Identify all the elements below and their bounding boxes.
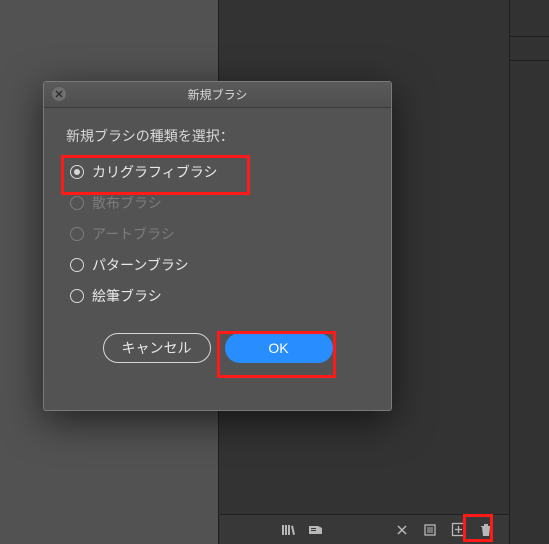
radio-label: 散布ブラシ xyxy=(92,193,162,213)
cancel-button[interactable]: キャンセル xyxy=(103,333,211,363)
radio-label: パターンブラシ xyxy=(92,255,189,275)
radio-icon xyxy=(70,258,84,272)
radio-label: カリグラフィブラシ xyxy=(92,162,217,182)
radio-option-scatter: 散布ブラシ xyxy=(66,187,369,218)
radio-icon xyxy=(70,196,84,210)
radio-option-pattern[interactable]: パターンブラシ xyxy=(66,249,369,280)
radio-label: 絵筆ブラシ xyxy=(92,286,162,306)
ok-button-label: OK xyxy=(268,340,288,356)
annotation-highlight xyxy=(463,514,493,542)
remove-stroke-icon[interactable] xyxy=(389,517,415,543)
close-button[interactable] xyxy=(52,87,66,101)
radio-icon xyxy=(70,289,84,303)
stroke-options-icon[interactable] xyxy=(417,517,443,543)
radio-label: アートブラシ xyxy=(92,224,175,244)
right-side-panel xyxy=(509,0,549,544)
radio-option-art: アートブラシ xyxy=(66,218,369,249)
libraries-icon[interactable] xyxy=(275,517,301,543)
ok-button[interactable]: OK xyxy=(225,333,333,363)
brush-library-icon[interactable] xyxy=(303,517,329,543)
radio-option-calligraphic[interactable]: カリグラフィブラシ xyxy=(66,156,369,187)
dialog-title: 新規ブラシ xyxy=(188,86,248,103)
cancel-button-label: キャンセル xyxy=(122,338,192,358)
radio-icon xyxy=(70,227,84,241)
dialog-titlebar: 新規ブラシ xyxy=(44,82,391,108)
panel-separator xyxy=(510,60,549,61)
radio-icon xyxy=(70,165,84,179)
new-brush-dialog: 新規ブラシ 新規ブラシの種類を選択： カリグラフィブラシ 散布ブラシ アートブラ… xyxy=(43,81,392,411)
radio-option-bristle[interactable]: 絵筆ブラシ xyxy=(66,280,369,311)
panel-separator xyxy=(510,36,549,37)
prompt-label: 新規ブラシの種類を選択： xyxy=(66,126,369,146)
